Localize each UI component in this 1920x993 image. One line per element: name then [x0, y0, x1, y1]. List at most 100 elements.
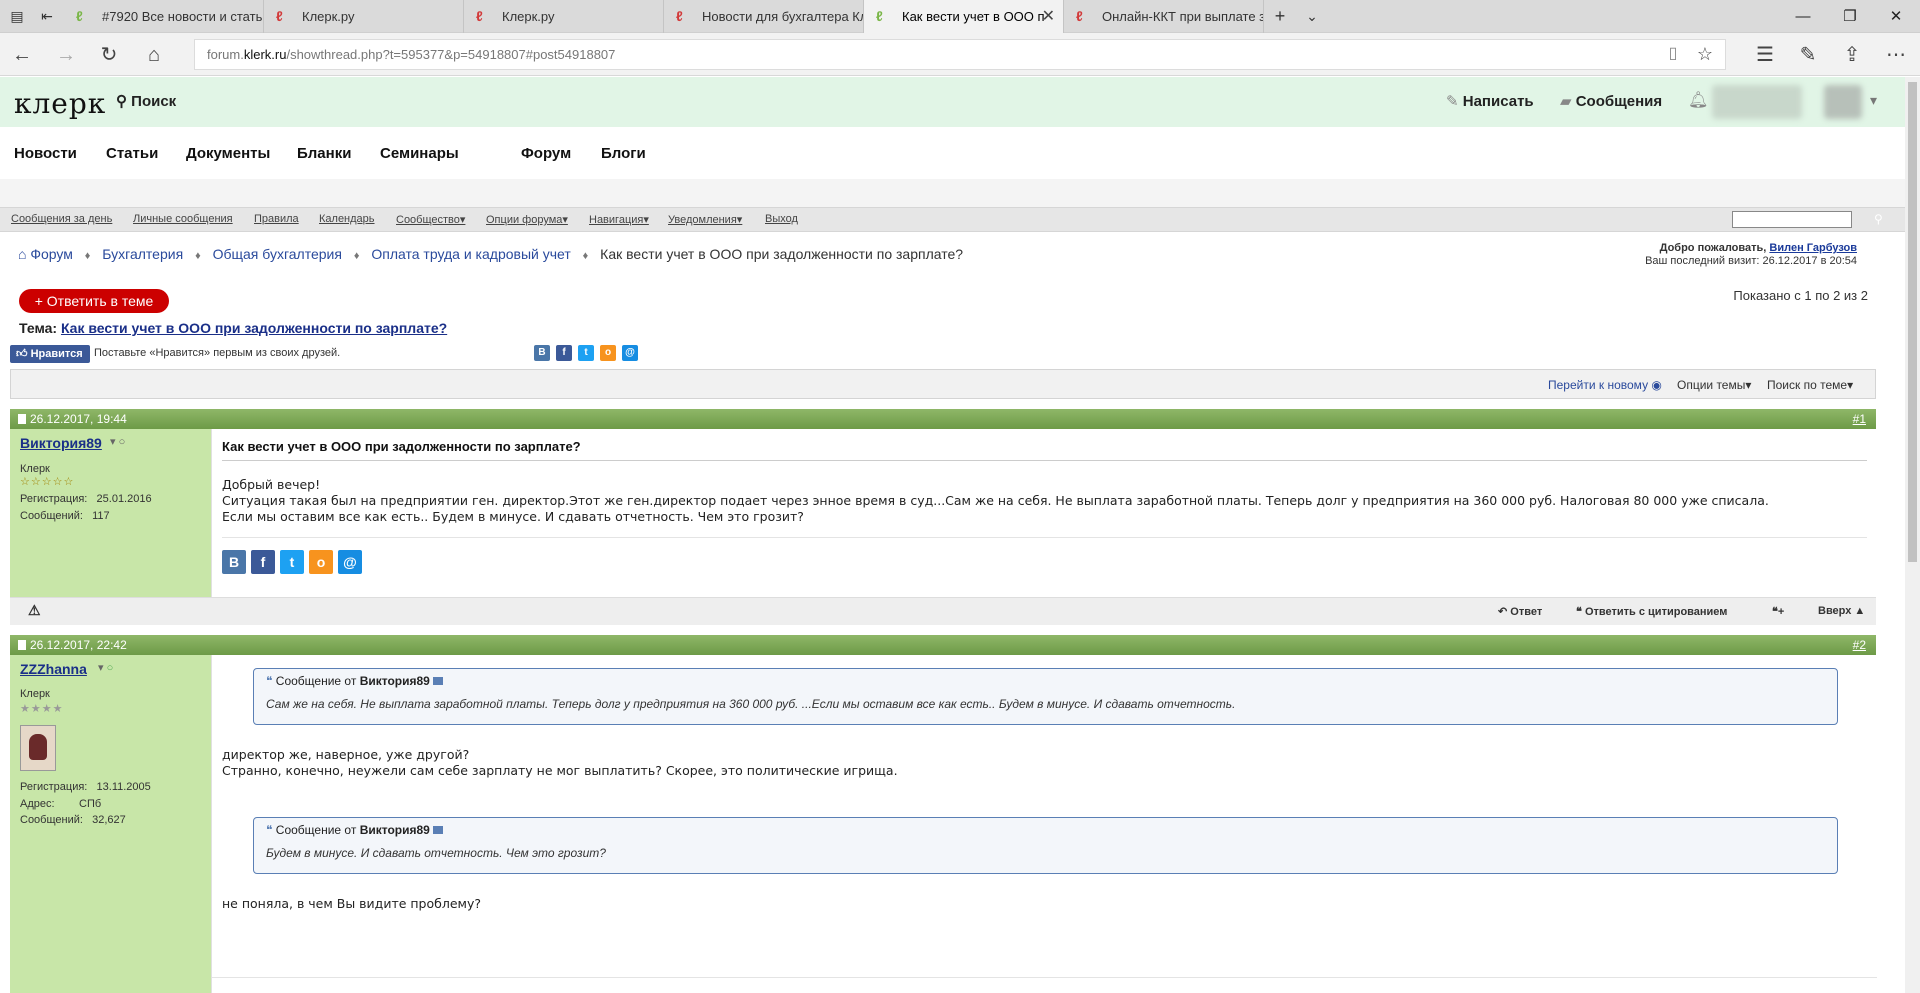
post-number[interactable]: #1: [1853, 409, 1866, 429]
reply-in-thread-button[interactable]: + Ответить в теме: [19, 289, 169, 313]
topic-link[interactable]: Как вести учет в ООО при задолженности п…: [61, 320, 447, 336]
report-warning-icon[interactable]: ⚠: [28, 602, 41, 619]
reply-button[interactable]: ↶ Ответ: [1498, 605, 1542, 618]
reading-view-icon[interactable]: ▯: [1661, 42, 1685, 66]
write-button[interactable]: ✎ Написать: [1446, 92, 1534, 110]
klerk-logo[interactable]: клерк: [14, 87, 106, 120]
klerk-favicon-icon: ℓ: [876, 8, 883, 24]
twitter-icon[interactable]: t: [280, 550, 304, 574]
user-rank: Клерк: [20, 463, 50, 475]
messages-label: Сообщения: [1575, 93, 1663, 110]
nav-logout[interactable]: Выход: [765, 213, 798, 225]
odnoklassniki-icon[interactable]: o: [600, 345, 616, 361]
avatar[interactable]: [20, 725, 56, 771]
breadcrumb-general-accounting[interactable]: Общая бухгалтерия: [213, 246, 342, 262]
chevron-down-icon[interactable]: ▾: [1870, 92, 1877, 109]
new-tab-icon[interactable]: +: [1271, 7, 1289, 25]
post-author[interactable]: Виктория89: [20, 435, 102, 451]
quote-icon: ❝: [266, 823, 276, 837]
vk-icon[interactable]: B: [222, 550, 246, 574]
breadcrumb-payroll[interactable]: Оплата труда и кадровый учет: [371, 246, 570, 262]
user-menu-chevron-icon[interactable]: ▾ ○: [98, 661, 113, 674]
home-icon[interactable]: ⌂: [142, 43, 166, 67]
menu-item-documents[interactable]: Документы: [186, 145, 270, 162]
browser-tab-1[interactable]: ℓ #7920 Все новости и стать: [64, 0, 264, 33]
nav-notifications[interactable]: Уведомления▾: [668, 213, 742, 226]
back-to-top-button[interactable]: Вверх ▲: [1818, 605, 1865, 617]
back-arrow-icon[interactable]: ←: [10, 43, 34, 67]
share-icon[interactable]: ⇪: [1840, 43, 1864, 67]
refresh-icon[interactable]: ↻: [97, 43, 121, 67]
breadcrumb-separator-icon: ♦: [195, 250, 201, 262]
twitter-icon[interactable]: t: [578, 345, 594, 361]
nav-rules[interactable]: Правила: [254, 213, 299, 225]
messages-button[interactable]: ▰ Сообщения: [1560, 92, 1662, 110]
view-post-icon[interactable]: [433, 826, 444, 834]
url-field[interactable]: forum.klerk.ru/showthread.php?t=595377&p…: [194, 39, 1726, 70]
tab-label: Онлайн-ККТ при выплате з: [1102, 9, 1264, 24]
browser-tab-6[interactable]: ℓ Онлайн-ККТ при выплате з: [1064, 0, 1264, 33]
search-link[interactable]: ⚲ Поиск: [116, 92, 176, 110]
browser-tab-3[interactable]: ℓ Клерк.ру: [464, 0, 664, 33]
favorites-hub-icon[interactable]: ☰: [1753, 43, 1777, 67]
tab-preview-chevron-icon[interactable]: ⌄: [1303, 7, 1321, 25]
thread-search-menu[interactable]: Поиск по теме▾: [1767, 378, 1853, 392]
post-number[interactable]: #2: [1853, 635, 1866, 655]
minimize-icon[interactable]: —: [1780, 0, 1826, 33]
nav-private-messages[interactable]: Личные сообщения: [133, 213, 233, 225]
welcome-label: Добро пожаловать,: [1659, 242, 1770, 254]
thread-options-menu[interactable]: Опции темы▾: [1677, 378, 1751, 392]
menu-item-news[interactable]: Новости: [14, 145, 77, 162]
reply-with-quote-button[interactable]: ❝ Ответить с цитированием: [1576, 605, 1727, 618]
goto-new-link[interactable]: Перейти к новому ◉: [1548, 378, 1662, 392]
mail-ru-icon[interactable]: @: [338, 550, 362, 574]
home-icon[interactable]: ⌂: [18, 246, 26, 262]
forum-search-input[interactable]: [1732, 211, 1852, 228]
vk-icon[interactable]: B: [534, 345, 550, 361]
search-icon[interactable]: ⚲: [1874, 212, 1883, 226]
menu-item-articles[interactable]: Статьи: [106, 145, 158, 162]
forum-nav-strip: Сообщения за день Личные сообщения Прави…: [0, 207, 1905, 232]
view-post-icon[interactable]: [433, 677, 444, 685]
forward-arrow-icon[interactable]: →: [54, 43, 78, 67]
browser-tab-2[interactable]: ℓ Клерк.ру: [264, 0, 464, 33]
user-menu-chevron-icon[interactable]: ▾ ○: [110, 435, 125, 448]
browser-tab-active[interactable]: ℓ Как вести учет в ООО п ✕: [864, 0, 1064, 33]
bell-icon[interactable]: 🔔︎: [1688, 90, 1708, 110]
facebook-icon[interactable]: f: [251, 550, 275, 574]
nav-navigation[interactable]: Навигация▾: [589, 213, 649, 226]
post-author[interactable]: ZZZhanna: [20, 661, 87, 677]
set-aside-tabs-icon[interactable]: ⇤: [38, 7, 56, 25]
close-window-icon[interactable]: ✕: [1873, 0, 1919, 33]
close-tab-icon[interactable]: ✕: [1042, 0, 1055, 33]
like-button[interactable]: 👍︎ Нравится: [10, 345, 90, 363]
restore-icon[interactable]: ❐: [1827, 0, 1873, 33]
multiquote-icon[interactable]: ❝+: [1772, 605, 1784, 618]
menu-item-forms[interactable]: Бланки: [297, 145, 351, 162]
browser-tab-4[interactable]: ℓ Новости для бухгалтера Кл: [664, 0, 864, 33]
facebook-icon[interactable]: f: [556, 345, 572, 361]
menu-item-blogs[interactable]: Блоги: [601, 145, 646, 162]
more-menu-icon[interactable]: ⋯: [1884, 43, 1908, 67]
nav-calendar[interactable]: Календарь: [319, 213, 375, 225]
avatar[interactable]: [1824, 85, 1862, 119]
post-text-line: Если мы оставим все как есть.. Будем в м…: [222, 509, 804, 524]
nav-community[interactable]: Сообщество▾: [396, 213, 465, 226]
menu-item-seminars[interactable]: Семинары: [380, 145, 459, 162]
quote-text: Будем в минусе. И сдавать отчетность. Че…: [266, 846, 606, 860]
web-note-icon[interactable]: ✎: [1796, 43, 1820, 67]
odnoklassniki-icon[interactable]: o: [309, 550, 333, 574]
breadcrumb-forum[interactable]: Форум: [30, 246, 73, 262]
breadcrumb-accounting[interactable]: Бухгалтерия: [102, 246, 183, 262]
user-name-blurred[interactable]: [1712, 85, 1802, 119]
scrollbar-thumb[interactable]: [1908, 82, 1917, 562]
mail-ru-icon[interactable]: @: [622, 345, 638, 361]
tab-label: Новости для бухгалтера Кл: [702, 9, 864, 24]
favorite-star-icon[interactable]: ☆: [1693, 42, 1717, 66]
welcome-user-link[interactable]: Вилен Гарбузов: [1769, 242, 1857, 254]
tab-actions-icon[interactable]: ▤: [8, 7, 26, 25]
nav-forum-options[interactable]: Опции форума▾: [486, 213, 568, 226]
menu-item-forum[interactable]: Форум: [521, 145, 571, 162]
nav-todays-posts[interactable]: Сообщения за день: [11, 213, 112, 225]
pencil-icon: ✎: [1446, 93, 1463, 110]
